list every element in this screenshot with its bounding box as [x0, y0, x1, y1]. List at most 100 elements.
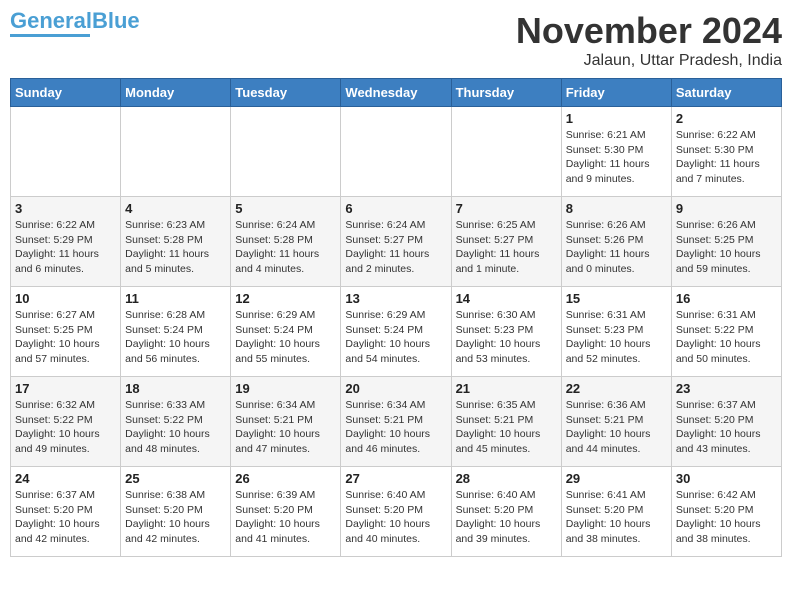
day-number: 15	[566, 291, 667, 306]
day-info: Sunrise: 6:31 AM Sunset: 5:23 PM Dayligh…	[566, 308, 667, 367]
calendar-cell: 7 Sunrise: 6:25 AM Sunset: 5:27 PM Daylig…	[451, 197, 561, 287]
day-number: 1	[566, 111, 667, 126]
header: GeneralBlue November 2024 Jalaun, Uttar …	[10, 10, 782, 70]
title-area: November 2024 Jalaun, Uttar Pradesh, Ind…	[516, 10, 782, 70]
day-number: 9	[676, 201, 777, 216]
calendar-cell	[231, 107, 341, 197]
day-number: 6	[345, 201, 446, 216]
calendar-cell: 15 Sunrise: 6:31 AM Sunset: 5:23 PM Dayli…	[561, 287, 671, 377]
day-info: Sunrise: 6:25 AM Sunset: 5:27 PM Dayligh…	[456, 218, 557, 277]
day-number: 4	[125, 201, 226, 216]
calendar-cell: 13 Sunrise: 6:29 AM Sunset: 5:24 PM Dayli…	[341, 287, 451, 377]
day-info: Sunrise: 6:28 AM Sunset: 5:24 PM Dayligh…	[125, 308, 226, 367]
calendar-cell: 16 Sunrise: 6:31 AM Sunset: 5:22 PM Dayli…	[671, 287, 781, 377]
day-info: Sunrise: 6:42 AM Sunset: 5:20 PM Dayligh…	[676, 488, 777, 547]
calendar-cell: 23 Sunrise: 6:37 AM Sunset: 5:20 PM Dayli…	[671, 377, 781, 467]
logo: GeneralBlue	[10, 10, 140, 37]
calendar-cell: 22 Sunrise: 6:36 AM Sunset: 5:21 PM Dayli…	[561, 377, 671, 467]
header-tuesday: Tuesday	[231, 79, 341, 107]
day-number: 10	[15, 291, 116, 306]
calendar-cell: 9 Sunrise: 6:26 AM Sunset: 5:25 PM Daylig…	[671, 197, 781, 287]
calendar-week-1: 3 Sunrise: 6:22 AM Sunset: 5:29 PM Daylig…	[11, 197, 782, 287]
day-info: Sunrise: 6:29 AM Sunset: 5:24 PM Dayligh…	[235, 308, 336, 367]
day-info: Sunrise: 6:40 AM Sunset: 5:20 PM Dayligh…	[345, 488, 446, 547]
logo-text: GeneralBlue	[10, 10, 140, 32]
weekday-header-row: Sunday Monday Tuesday Wednesday Thursday…	[11, 79, 782, 107]
calendar-cell: 19 Sunrise: 6:34 AM Sunset: 5:21 PM Dayli…	[231, 377, 341, 467]
calendar-cell: 17 Sunrise: 6:32 AM Sunset: 5:22 PM Dayli…	[11, 377, 121, 467]
calendar-cell: 27 Sunrise: 6:40 AM Sunset: 5:20 PM Dayli…	[341, 467, 451, 557]
header-sunday: Sunday	[11, 79, 121, 107]
day-info: Sunrise: 6:36 AM Sunset: 5:21 PM Dayligh…	[566, 398, 667, 457]
calendar-cell	[341, 107, 451, 197]
day-number: 25	[125, 471, 226, 486]
day-info: Sunrise: 6:37 AM Sunset: 5:20 PM Dayligh…	[676, 398, 777, 457]
calendar-cell: 21 Sunrise: 6:35 AM Sunset: 5:21 PM Dayli…	[451, 377, 561, 467]
day-info: Sunrise: 6:22 AM Sunset: 5:29 PM Dayligh…	[15, 218, 116, 277]
day-info: Sunrise: 6:31 AM Sunset: 5:22 PM Dayligh…	[676, 308, 777, 367]
calendar-week-2: 10Sunrise: 6:27 AM Sunset: 5:25 PM Dayli…	[11, 287, 782, 377]
day-info: Sunrise: 6:32 AM Sunset: 5:22 PM Dayligh…	[15, 398, 116, 457]
calendar-cell: 10Sunrise: 6:27 AM Sunset: 5:25 PM Dayli…	[11, 287, 121, 377]
header-wednesday: Wednesday	[341, 79, 451, 107]
calendar-cell: 24 Sunrise: 6:37 AM Sunset: 5:20 PM Dayli…	[11, 467, 121, 557]
day-number: 13	[345, 291, 446, 306]
header-monday: Monday	[121, 79, 231, 107]
day-info: Sunrise: 6:22 AM Sunset: 5:30 PM Dayligh…	[676, 128, 777, 187]
calendar-cell: 28 Sunrise: 6:40 AM Sunset: 5:20 PM Dayli…	[451, 467, 561, 557]
calendar-cell: 25Sunrise: 6:38 AM Sunset: 5:20 PM Dayli…	[121, 467, 231, 557]
header-thursday: Thursday	[451, 79, 561, 107]
day-number: 23	[676, 381, 777, 396]
day-number: 30	[676, 471, 777, 486]
day-info: Sunrise: 6:23 AM Sunset: 5:28 PM Dayligh…	[125, 218, 226, 277]
header-friday: Friday	[561, 79, 671, 107]
day-info: Sunrise: 6:26 AM Sunset: 5:26 PM Dayligh…	[566, 218, 667, 277]
day-number: 2	[676, 111, 777, 126]
day-number: 5	[235, 201, 336, 216]
calendar-cell: 11 Sunrise: 6:28 AM Sunset: 5:24 PM Dayli…	[121, 287, 231, 377]
header-saturday: Saturday	[671, 79, 781, 107]
day-number: 26	[235, 471, 336, 486]
logo-underline	[10, 34, 90, 37]
day-number: 12	[235, 291, 336, 306]
day-number: 16	[676, 291, 777, 306]
calendar-cell	[11, 107, 121, 197]
day-number: 19	[235, 381, 336, 396]
day-info: Sunrise: 6:34 AM Sunset: 5:21 PM Dayligh…	[345, 398, 446, 457]
calendar-week-4: 24 Sunrise: 6:37 AM Sunset: 5:20 PM Dayli…	[11, 467, 782, 557]
calendar-cell: 14Sunrise: 6:30 AM Sunset: 5:23 PM Dayli…	[451, 287, 561, 377]
calendar-cell: 6Sunrise: 6:24 AM Sunset: 5:27 PM Daylig…	[341, 197, 451, 287]
day-info: Sunrise: 6:33 AM Sunset: 5:22 PM Dayligh…	[125, 398, 226, 457]
calendar-cell: 1Sunrise: 6:21 AM Sunset: 5:30 PM Daylig…	[561, 107, 671, 197]
day-info: Sunrise: 6:26 AM Sunset: 5:25 PM Dayligh…	[676, 218, 777, 277]
calendar-cell: 8Sunrise: 6:26 AM Sunset: 5:26 PM Daylig…	[561, 197, 671, 287]
calendar-cell: 2 Sunrise: 6:22 AM Sunset: 5:30 PM Daylig…	[671, 107, 781, 197]
day-number: 27	[345, 471, 446, 486]
day-info: Sunrise: 6:40 AM Sunset: 5:20 PM Dayligh…	[456, 488, 557, 547]
calendar-cell	[121, 107, 231, 197]
day-number: 22	[566, 381, 667, 396]
day-number: 17	[15, 381, 116, 396]
calendar-cell: 26Sunrise: 6:39 AM Sunset: 5:20 PM Dayli…	[231, 467, 341, 557]
calendar-cell: 12 Sunrise: 6:29 AM Sunset: 5:24 PM Dayli…	[231, 287, 341, 377]
calendar-cell: 3 Sunrise: 6:22 AM Sunset: 5:29 PM Daylig…	[11, 197, 121, 287]
month-title: November 2024	[516, 10, 782, 52]
day-info: Sunrise: 6:29 AM Sunset: 5:24 PM Dayligh…	[345, 308, 446, 367]
day-number: 21	[456, 381, 557, 396]
calendar-cell: 18 Sunrise: 6:33 AM Sunset: 5:22 PM Dayli…	[121, 377, 231, 467]
day-number: 3	[15, 201, 116, 216]
calendar-cell	[451, 107, 561, 197]
day-number: 20	[345, 381, 446, 396]
calendar-cell: 30 Sunrise: 6:42 AM Sunset: 5:20 PM Dayli…	[671, 467, 781, 557]
day-number: 7	[456, 201, 557, 216]
day-number: 18	[125, 381, 226, 396]
day-info: Sunrise: 6:24 AM Sunset: 5:28 PM Dayligh…	[235, 218, 336, 277]
calendar: Sunday Monday Tuesday Wednesday Thursday…	[10, 78, 782, 557]
day-info: Sunrise: 6:37 AM Sunset: 5:20 PM Dayligh…	[15, 488, 116, 547]
day-number: 11	[125, 291, 226, 306]
day-number: 28	[456, 471, 557, 486]
day-number: 24	[15, 471, 116, 486]
day-info: Sunrise: 6:35 AM Sunset: 5:21 PM Dayligh…	[456, 398, 557, 457]
day-info: Sunrise: 6:34 AM Sunset: 5:21 PM Dayligh…	[235, 398, 336, 457]
calendar-week-0: 1Sunrise: 6:21 AM Sunset: 5:30 PM Daylig…	[11, 107, 782, 197]
